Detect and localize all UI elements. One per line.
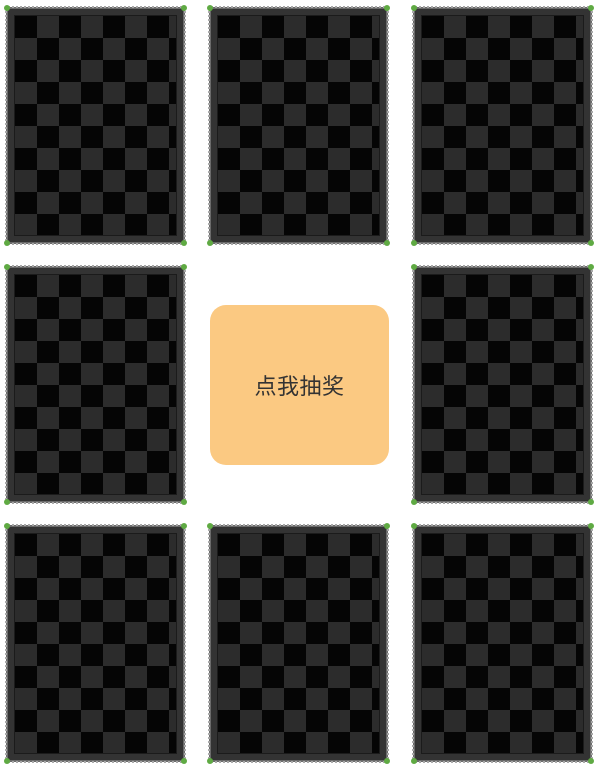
prize-card-8[interactable] [411, 523, 594, 764]
prize-card-1[interactable] [4, 5, 187, 246]
corner-dot-icon [181, 240, 187, 246]
corner-dot-icon [588, 5, 594, 11]
corner-dot-icon [4, 5, 10, 11]
card-back-checkerboard-icon [14, 533, 177, 754]
corner-dot-icon [207, 758, 213, 764]
corner-dot-icon [411, 523, 417, 529]
corner-dot-icon [588, 240, 594, 246]
lottery-grid: 点我抽奖 [0, 0, 600, 769]
draw-button[interactable]: 点我抽奖 [210, 305, 389, 465]
corner-dot-icon [411, 240, 417, 246]
corner-dot-icon [4, 264, 10, 270]
prize-card-7[interactable] [207, 523, 390, 764]
corner-dot-icon [4, 499, 10, 505]
corner-dot-icon [384, 523, 390, 529]
corner-dot-icon [181, 523, 187, 529]
draw-button-label: 点我抽奖 [254, 375, 345, 400]
prize-card-5[interactable] [411, 264, 594, 505]
card-back-checkerboard-icon [14, 274, 177, 495]
corner-dot-icon [4, 523, 10, 529]
corner-dot-icon [4, 240, 10, 246]
prize-card-3[interactable] [411, 5, 594, 246]
corner-dot-icon [4, 758, 10, 764]
corner-dot-icon [207, 240, 213, 246]
card-back-checkerboard-icon [421, 15, 584, 236]
corner-dot-icon [588, 264, 594, 270]
corner-dot-icon [181, 499, 187, 505]
prize-card-4[interactable] [4, 264, 187, 505]
corner-dot-icon [181, 758, 187, 764]
corner-dot-icon [384, 240, 390, 246]
card-back-checkerboard-icon [421, 274, 584, 495]
corner-dot-icon [411, 499, 417, 505]
corner-dot-icon [384, 5, 390, 11]
prize-card-6[interactable] [4, 523, 187, 764]
prize-card-2[interactable] [207, 5, 390, 246]
corner-dot-icon [207, 5, 213, 11]
card-back-checkerboard-icon [217, 533, 380, 754]
card-back-checkerboard-icon [421, 533, 584, 754]
corner-dot-icon [181, 5, 187, 11]
corner-dot-icon [588, 758, 594, 764]
corner-dot-icon [588, 523, 594, 529]
corner-dot-icon [411, 5, 417, 11]
corner-dot-icon [384, 758, 390, 764]
card-back-checkerboard-icon [217, 15, 380, 236]
corner-dot-icon [411, 758, 417, 764]
corner-dot-icon [207, 523, 213, 529]
corner-dot-icon [411, 264, 417, 270]
card-back-checkerboard-icon [14, 15, 177, 236]
corner-dot-icon [181, 264, 187, 270]
corner-dot-icon [588, 499, 594, 505]
